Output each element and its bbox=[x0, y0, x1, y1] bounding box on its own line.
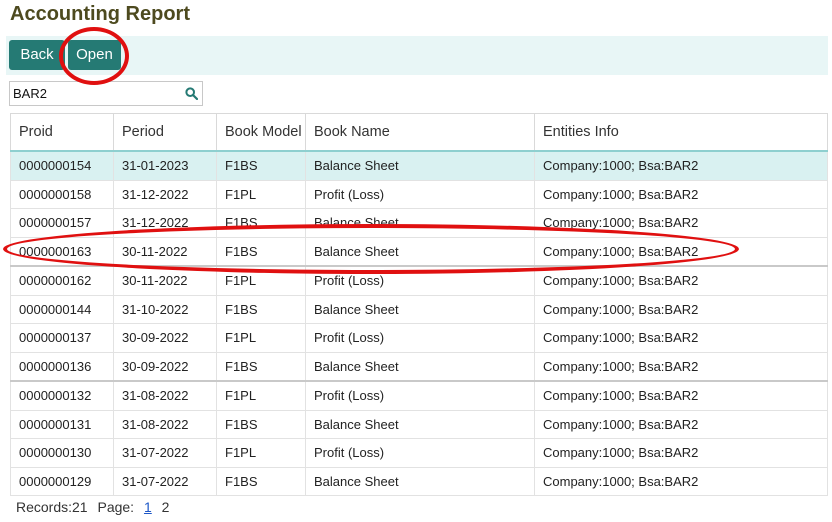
cell-book-name: Balance Sheet bbox=[305, 150, 535, 181]
cell-proid: 0000000131 bbox=[10, 409, 114, 439]
cell-entities-info: Company:1000; Bsa:BAR2 bbox=[534, 265, 828, 296]
cell-book-model: F1BS bbox=[216, 236, 306, 267]
table-row[interactable]: 0000000131 31-08-2022 F1BS Balance Sheet Com… bbox=[10, 409, 828, 439]
cell-entities-info: Company:1000; Bsa:BAR2 bbox=[534, 380, 828, 411]
toolbar bbox=[6, 36, 828, 75]
table-row[interactable]: 0000000132 31-08-2022 F1PL Profit (Loss) Com… bbox=[10, 380, 828, 411]
cell-book-model: F1BS bbox=[216, 466, 306, 496]
cell-entities-info: Company:1000; Bsa:BAR2 bbox=[534, 208, 828, 238]
column-header-book-model[interactable]: Book Model bbox=[216, 113, 306, 152]
cell-entities-info: Company:1000; Bsa:BAR2 bbox=[534, 179, 828, 209]
cell-proid: 0000000144 bbox=[10, 294, 114, 324]
cell-book-model: F1BS bbox=[216, 150, 306, 181]
cell-book-name: Balance Sheet bbox=[305, 351, 535, 382]
cell-book-name: Profit (Loss) bbox=[305, 265, 535, 296]
cell-period: 31-12-2022 bbox=[113, 208, 217, 238]
cell-proid: 0000000157 bbox=[10, 208, 114, 238]
cell-period: 31-08-2022 bbox=[113, 409, 217, 439]
cell-proid: 0000000136 bbox=[10, 351, 114, 382]
table-row[interactable]: 0000000137 30-09-2022 F1PL Profit (Loss) Com… bbox=[10, 323, 828, 353]
cell-proid: 0000000132 bbox=[10, 380, 114, 411]
cell-entities-info: Company:1000; Bsa:BAR2 bbox=[534, 438, 828, 468]
cell-book-model: F1PL bbox=[216, 438, 306, 468]
cell-period: 30-09-2022 bbox=[113, 351, 217, 382]
open-button[interactable]: Open bbox=[68, 40, 121, 70]
table-row[interactable]: 0000000154 31-01-2023 F1BS Balance Sheet Com… bbox=[10, 150, 828, 181]
cell-period: 30-11-2022 bbox=[113, 236, 217, 267]
cell-proid: 0000000162 bbox=[10, 265, 114, 296]
cell-entities-info: Company:1000; Bsa:BAR2 bbox=[534, 236, 828, 267]
cell-proid: 0000000154 bbox=[10, 150, 114, 181]
cell-book-name: Balance Sheet bbox=[305, 208, 535, 238]
back-button[interactable]: Back bbox=[9, 40, 65, 70]
table-row[interactable]: 0000000163 30-11-2022 F1BS Balance Sheet Com… bbox=[10, 236, 828, 267]
cell-book-model: F1BS bbox=[216, 351, 306, 382]
cell-period: 31-08-2022 bbox=[113, 380, 217, 411]
cell-book-model: F1BS bbox=[216, 409, 306, 439]
cell-book-name: Profit (Loss) bbox=[305, 323, 535, 353]
cell-period: 31-07-2022 bbox=[113, 466, 217, 496]
page-label: Page: bbox=[97, 499, 135, 515]
page-link-1[interactable]: 1 bbox=[144, 499, 152, 515]
cell-book-name: Balance Sheet bbox=[305, 466, 535, 496]
column-header-proid[interactable]: Proid bbox=[10, 113, 114, 152]
cell-book-model: F1PL bbox=[216, 323, 306, 353]
cell-book-name: Profit (Loss) bbox=[305, 380, 535, 411]
cell-entities-info: Company:1000; Bsa:BAR2 bbox=[534, 323, 828, 353]
page-link-2[interactable]: 2 bbox=[162, 499, 170, 515]
table-row[interactable]: 0000000129 31-07-2022 F1BS Balance Sheet Com… bbox=[10, 466, 828, 496]
cell-proid: 0000000129 bbox=[10, 466, 114, 496]
cell-book-model: F1PL bbox=[216, 380, 306, 411]
cell-book-model: F1BS bbox=[216, 208, 306, 238]
table-row[interactable]: 0000000130 31-07-2022 F1PL Profit (Loss) Com… bbox=[10, 438, 828, 468]
cell-period: 31-12-2022 bbox=[113, 179, 217, 209]
table-row[interactable]: 0000000158 31-12-2022 F1PL Profit (Loss) Com… bbox=[10, 179, 828, 209]
cell-entities-info: Company:1000; Bsa:BAR2 bbox=[534, 409, 828, 439]
search-input[interactable] bbox=[10, 82, 183, 105]
records-count: Records:21 bbox=[16, 499, 88, 515]
cell-period: 31-01-2023 bbox=[113, 150, 217, 181]
table-row[interactable]: 0000000136 30-09-2022 F1BS Balance Sheet Com… bbox=[10, 351, 828, 382]
cell-book-model: F1PL bbox=[216, 179, 306, 209]
column-header-period[interactable]: Period bbox=[113, 113, 217, 152]
cell-book-name: Balance Sheet bbox=[305, 409, 535, 439]
cell-book-name: Balance Sheet bbox=[305, 236, 535, 267]
search-icon[interactable] bbox=[185, 87, 198, 100]
cell-period: 30-11-2022 bbox=[113, 265, 217, 296]
cell-book-model: F1BS bbox=[216, 294, 306, 324]
cell-proid: 0000000158 bbox=[10, 179, 114, 209]
table-row[interactable]: 0000000144 31-10-2022 F1BS Balance Sheet Com… bbox=[10, 294, 828, 324]
column-header-book-name[interactable]: Book Name bbox=[305, 113, 535, 152]
cell-proid: 0000000163 bbox=[10, 236, 114, 267]
cell-entities-info: Company:1000; Bsa:BAR2 bbox=[534, 351, 828, 382]
table-row[interactable]: 0000000157 31-12-2022 F1BS Balance Sheet Com… bbox=[10, 208, 828, 238]
search-box bbox=[9, 81, 203, 106]
page-title: Accounting Report bbox=[10, 3, 190, 25]
cell-period: 31-07-2022 bbox=[113, 438, 217, 468]
cell-period: 30-09-2022 bbox=[113, 323, 217, 353]
cell-book-name: Profit (Loss) bbox=[305, 438, 535, 468]
cell-entities-info: Company:1000; Bsa:BAR2 bbox=[534, 150, 828, 181]
cell-entities-info: Company:1000; Bsa:BAR2 bbox=[534, 294, 828, 324]
pagination: Records:21 Page: 1 2 bbox=[16, 499, 169, 515]
cell-entities-info: Company:1000; Bsa:BAR2 bbox=[534, 466, 828, 496]
cell-book-model: F1PL bbox=[216, 265, 306, 296]
cell-book-name: Profit (Loss) bbox=[305, 179, 535, 209]
cell-proid: 0000000130 bbox=[10, 438, 114, 468]
table-header-row: Proid Period Book Model Book Name Entiti… bbox=[10, 113, 828, 152]
cell-book-name: Balance Sheet bbox=[305, 294, 535, 324]
column-header-entities-info[interactable]: Entities Info bbox=[534, 113, 828, 152]
cell-period: 31-10-2022 bbox=[113, 294, 217, 324]
report-table: Proid Period Book Model Book Name Entiti… bbox=[10, 113, 828, 496]
cell-proid: 0000000137 bbox=[10, 323, 114, 353]
table-row[interactable]: 0000000162 30-11-2022 F1PL Profit (Loss) Com… bbox=[10, 265, 828, 296]
